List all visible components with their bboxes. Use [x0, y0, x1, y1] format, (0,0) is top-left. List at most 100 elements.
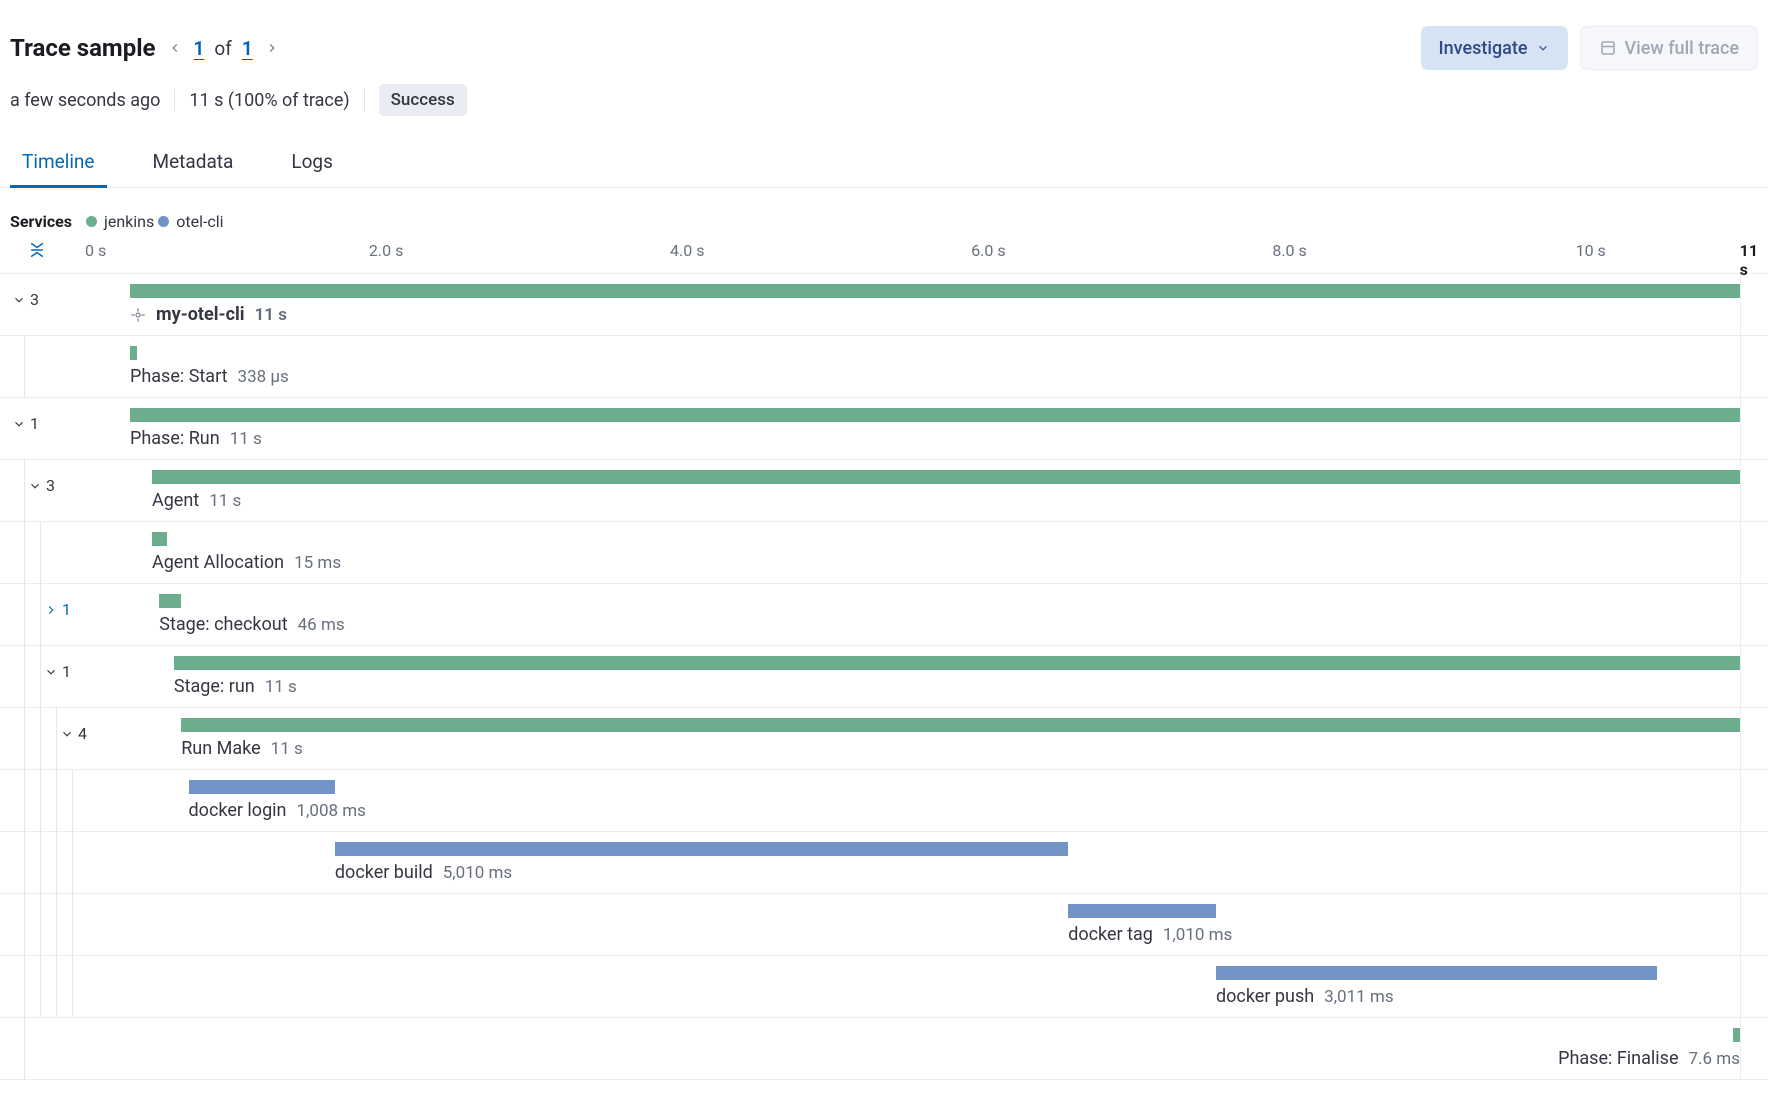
span-row[interactable]: 3Agent11 s [0, 460, 1768, 522]
span-bar-cell: Agent Allocation15 ms [130, 522, 1740, 578]
expand-toggle[interactable]: 3 [28, 476, 55, 495]
tab-timeline[interactable]: Timeline [10, 150, 107, 187]
rail-right [1740, 770, 1768, 831]
trace-viewer: Trace sample 1 of 1 Investigate View fu [0, 0, 1768, 1080]
span-caption: docker tag1,010 ms [1068, 924, 1232, 945]
rail-right [1740, 398, 1768, 459]
hierarchy-cell: 4 [0, 708, 130, 769]
axis-tick: 8.0 s [1272, 241, 1306, 260]
expand-toggle[interactable]: 1 [44, 600, 71, 619]
tab-logs[interactable]: Logs [279, 150, 345, 187]
span-bar[interactable] [130, 408, 1740, 422]
span-label: Phase: Run [130, 428, 220, 449]
chevron-down-icon [12, 417, 26, 431]
summary-row: a few seconds ago 11 s (100% of trace) S… [0, 70, 1768, 116]
service-jenkins[interactable]: jenkins [86, 212, 154, 231]
span-row[interactable]: 1 Stage: run11 s [0, 646, 1768, 708]
view-full-trace-button[interactable]: View full trace [1580, 26, 1758, 70]
span-label: Run Make [181, 738, 260, 759]
collapse-all-button[interactable] [10, 239, 85, 265]
span-row[interactable]: docker build5,010 ms [0, 832, 1768, 894]
span-row[interactable]: docker login1,008 ms [0, 770, 1768, 832]
pager-total[interactable]: 1 [242, 37, 253, 60]
rail-right [1740, 956, 1768, 1017]
rail-right [1740, 1018, 1768, 1079]
next-trace-button[interactable] [263, 39, 281, 57]
rail-right [1740, 646, 1768, 707]
header-actions: Investigate View full trace [1421, 26, 1758, 70]
rail-right [1740, 708, 1768, 769]
axis-tick: 0 s [85, 241, 106, 260]
hierarchy-cell [0, 522, 130, 583]
expand-toggle[interactable]: 1 [44, 662, 71, 681]
span-bar-cell: Stage: run11 s [130, 646, 1740, 702]
expand-toggle[interactable]: 3 [12, 290, 39, 309]
service-dot-icon [158, 216, 169, 227]
axis-tick: 10 s [1576, 241, 1606, 260]
span-label: Phase: Start [130, 366, 228, 387]
span-bar[interactable] [159, 594, 181, 608]
hierarchy-cell [0, 336, 130, 397]
span-row[interactable]: 4 Run Make11 s [0, 708, 1768, 770]
expand-toggle[interactable]: 4 [60, 724, 87, 743]
span-label: docker tag [1068, 924, 1153, 945]
status-badge: Success [379, 84, 467, 116]
separator [364, 89, 365, 111]
expand-icon [1599, 39, 1617, 57]
child-count: 1 [62, 600, 71, 619]
span-row[interactable]: Phase: Finalise7.6 ms [0, 1018, 1768, 1080]
span-duration: 15 ms [294, 553, 341, 573]
page-title: Trace sample [10, 34, 156, 62]
span-row[interactable]: Agent Allocation15 ms [0, 522, 1768, 584]
span-bar[interactable] [189, 780, 335, 794]
span-row[interactable]: docker push3,011 ms [0, 956, 1768, 1018]
view-full-trace-label: View full trace [1625, 38, 1739, 59]
hierarchy-cell: 3 [0, 460, 130, 521]
tab-metadata[interactable]: Metadata [141, 150, 246, 187]
span-row[interactable]: 1 Stage: checkout 46 ms [0, 584, 1768, 646]
time-ago: a few seconds ago [10, 90, 160, 111]
trace-body: 3 my-otel-cli11 s Phase: Start338 µs 1 Phase… [0, 273, 1768, 1080]
span-duration: 1,008 ms [297, 801, 366, 821]
span-bar[interactable] [1733, 1028, 1740, 1042]
hierarchy-cell [0, 956, 130, 1017]
span-bar-cell: my-otel-cli11 s [130, 274, 1740, 330]
child-count: 4 [78, 724, 87, 743]
pager-current[interactable]: 1 [194, 37, 205, 60]
hierarchy-cell [0, 894, 130, 955]
span-duration: 46 ms [298, 615, 345, 635]
investigate-button[interactable]: Investigate [1421, 26, 1568, 70]
service-otel-cli[interactable]: otel-cli [158, 212, 223, 231]
chevron-down-icon [1536, 41, 1550, 55]
span-caption: Run Make11 s [181, 738, 303, 759]
span-bar[interactable] [335, 842, 1068, 856]
span-duration: 3,011 ms [1324, 987, 1393, 1007]
span-bar[interactable] [174, 656, 1740, 670]
span-bar[interactable] [152, 532, 167, 546]
span-bar[interactable] [181, 718, 1740, 732]
span-label: Phase: Finalise [1558, 1048, 1678, 1069]
hierarchy-cell: 1 [0, 646, 130, 707]
hierarchy-cell [0, 832, 130, 893]
span-row[interactable]: 1 Phase: Run11 s [0, 398, 1768, 460]
span-bar-cell: docker push3,011 ms [130, 956, 1740, 1012]
span-label: Stage: checkout [159, 614, 287, 635]
span-bar-cell: docker tag1,010 ms [130, 894, 1740, 950]
span-bar[interactable] [152, 470, 1740, 484]
expand-toggle[interactable]: 1 [12, 414, 39, 433]
span-bar[interactable] [1216, 966, 1657, 980]
span-bar[interactable] [1068, 904, 1216, 918]
span-caption: Phase: Run11 s [130, 428, 262, 449]
rail-right [1740, 460, 1768, 521]
duration-summary: 11 s (100% of trace) [189, 90, 349, 111]
span-row[interactable]: Phase: Start338 µs [0, 336, 1768, 398]
span-row[interactable]: 3 my-otel-cli11 s [0, 274, 1768, 336]
rail-right [1740, 274, 1768, 335]
prev-trace-button[interactable] [166, 39, 184, 57]
span-caption: docker build5,010 ms [335, 862, 512, 883]
span-row[interactable]: docker tag1,010 ms [0, 894, 1768, 956]
span-bar[interactable] [130, 284, 1740, 298]
child-count: 1 [62, 662, 71, 681]
span-duration: 11 s [209, 491, 241, 511]
span-bar[interactable] [130, 346, 137, 360]
